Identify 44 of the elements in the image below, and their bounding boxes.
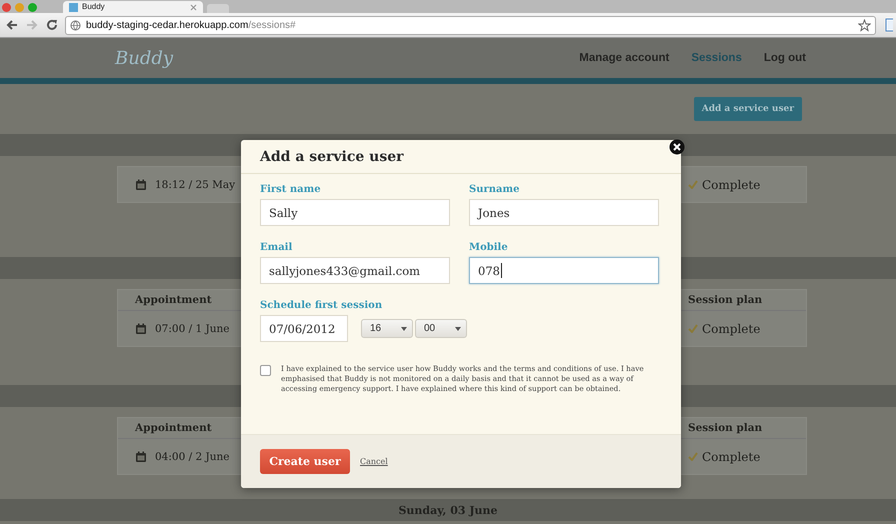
address-bar[interactable]: buddy-staging-cedar.herokuapp.com/sessions# bbox=[65, 16, 876, 34]
field-label: Schedule first session bbox=[260, 300, 382, 311]
date-field[interactable]: 07/06/2012 bbox=[260, 315, 348, 342]
input-field[interactable]: 078 bbox=[469, 257, 659, 284]
create-user-button[interactable]: Create user bbox=[260, 449, 350, 474]
cancel-link[interactable]: Cancel bbox=[360, 457, 388, 466]
calendar-icon bbox=[135, 450, 147, 462]
input-field[interactable]: Jones bbox=[469, 199, 659, 226]
appointment-time: 04:00 / 2 June bbox=[155, 450, 230, 462]
session-plan-status: Complete bbox=[702, 178, 760, 192]
close-icon[interactable] bbox=[669, 139, 685, 155]
column-header: Session plan bbox=[688, 422, 764, 434]
calendar-icon bbox=[135, 322, 147, 334]
column-header: Appointment bbox=[134, 422, 213, 434]
check-icon bbox=[688, 324, 698, 333]
star-icon[interactable] bbox=[858, 18, 871, 32]
calendar-icon bbox=[135, 178, 147, 190]
day-heading: Sunday, 03 June bbox=[398, 504, 498, 516]
check-icon bbox=[688, 452, 698, 461]
forward-icon[interactable] bbox=[25, 19, 39, 31]
globe-icon bbox=[70, 20, 81, 30]
caret-icon bbox=[401, 326, 407, 330]
input-field[interactable]: sallyjones433@gmail.com bbox=[260, 257, 450, 284]
dialog-title: Add a service user bbox=[260, 148, 404, 164]
favicon-icon bbox=[69, 2, 78, 12]
url-text: buddy-staging-cedar.herokuapp.com/sessions# bbox=[86, 20, 297, 30]
field-label: Surname bbox=[469, 184, 520, 195]
session-plan-status: Complete bbox=[702, 322, 760, 336]
input-field[interactable]: Sally bbox=[260, 199, 450, 226]
time-dropdown[interactable]: 00 bbox=[415, 319, 467, 338]
checkbox[interactable] bbox=[260, 365, 271, 376]
field-label: Mobile bbox=[469, 242, 508, 253]
back-icon[interactable] bbox=[5, 19, 19, 31]
reload-icon[interactable] bbox=[45, 19, 59, 31]
check-icon bbox=[688, 180, 698, 189]
field-label: Email bbox=[260, 242, 292, 253]
browser-tab[interactable]: Buddy bbox=[63, 1, 203, 13]
time-dropdown[interactable]: 16 bbox=[361, 319, 413, 338]
appointment-time: 07:00 / 1 June bbox=[155, 322, 230, 334]
column-header: Session plan bbox=[688, 294, 764, 306]
appointment-time: 18:12 / 25 May bbox=[155, 178, 236, 190]
field-label: First name bbox=[260, 184, 321, 195]
caret-icon bbox=[455, 326, 461, 330]
session-plan-status: Complete bbox=[702, 450, 760, 464]
